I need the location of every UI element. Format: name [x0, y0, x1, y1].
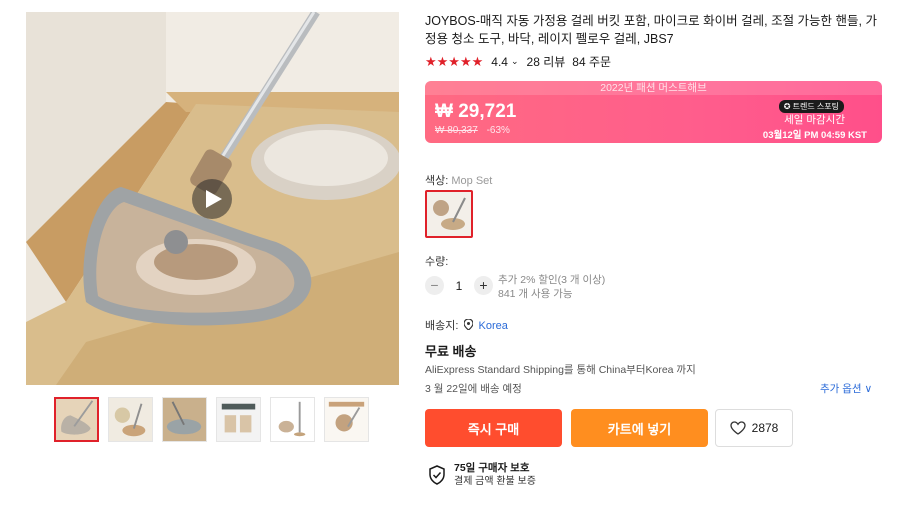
original-price: ₩ 80,337 [435, 125, 478, 136]
thumbnail-2[interactable] [108, 397, 153, 442]
thumbnail-4[interactable] [216, 397, 261, 442]
protection-title: 75일 구매자 보호 [454, 462, 530, 474]
thumbnail-info-card [217, 398, 260, 441]
delivery-estimate: 3 월 22일에 배송 예정 [425, 383, 522, 395]
review-count[interactable]: 28 리뷰 [527, 53, 566, 70]
play-icon [206, 190, 222, 208]
play-video-button[interactable] [192, 179, 232, 219]
color-option-image [427, 192, 471, 236]
buyer-protection: 75일 구매자 보호 결제 금액 환불 보증 [428, 461, 536, 489]
quantity-minus-button[interactable]: − [425, 276, 444, 295]
thumbnail-mop-floor-photo [163, 398, 206, 441]
quantity-plus-button[interactable]: + [474, 276, 493, 295]
thumbnail-5[interactable] [270, 397, 315, 442]
bulk-discount-note: 추가 2% 할인(3 개 이상) [498, 274, 606, 286]
stock-available: 841 개 사용 가능 [498, 288, 573, 300]
product-title: JOYBOS-매직 자동 가정용 걸레 버킷 포함, 마이크로 화이버 걸레, … [425, 14, 877, 46]
color-value: Mop Set [451, 175, 493, 187]
rating-row: ★★★★★ 4.4 ⌄ 28 리뷰 84 주문 [425, 53, 611, 70]
color-label: 색상: [425, 175, 449, 187]
discount-badge: -63% [486, 125, 510, 136]
wishlist-button[interactable]: 2878 [715, 409, 793, 447]
buy-now-button[interactable]: 즉시 구매 [425, 409, 562, 447]
wishlist-count: 2878 [751, 421, 779, 435]
thumbnail-mop-upright [271, 398, 314, 441]
add-to-cart-button[interactable]: 카트에 넣기 [571, 409, 708, 447]
sale-end-label: 세일 마감시간 [784, 114, 845, 126]
thumbnail-mop-photo [56, 399, 97, 440]
heart-icon [729, 421, 746, 435]
shipping-method: AliExpress Standard Shipping를 통해 China부터… [425, 364, 696, 376]
thumbnail-1[interactable] [54, 397, 99, 442]
quantity-value[interactable]: 1 [444, 279, 474, 293]
rating-value[interactable]: 4.4 [491, 55, 508, 69]
thumbnail-6[interactable] [324, 397, 369, 442]
ship-to-label: 배송지: [425, 320, 459, 332]
shield-check-icon [429, 465, 445, 485]
banner-top-label: 2022년 패션 머스트해브 [425, 81, 882, 95]
thumbnail-strip [54, 397, 369, 442]
thumbnail-3[interactable] [162, 397, 207, 442]
rating-stars: ★★★★★ [425, 53, 484, 69]
sale-end-time: 03월12일 PM 04:59 KST [762, 130, 867, 141]
color-option-mop-set[interactable] [425, 190, 473, 238]
location-pin-icon [463, 318, 475, 333]
quantity-notes: 추가 2% 할인(3 개 이상) 841 개 사용 가능 [498, 273, 605, 301]
protection-text: 75일 구매자 보호 결제 금액 환불 보증 [454, 461, 536, 489]
chevron-down-icon[interactable]: ⌄ [511, 56, 519, 67]
thumbnail-mop-bucket-photo [109, 398, 152, 441]
current-price: ₩ 29,721 [435, 101, 517, 122]
thumbnail-product-set [325, 398, 368, 441]
quantity-label: 수량: [425, 256, 449, 268]
protection-subtitle: 결제 금액 환불 보증 [454, 476, 536, 487]
free-shipping-label: 무료 배송 [425, 344, 477, 359]
order-count: 84 주문 [572, 55, 612, 69]
price-old-row: ₩ 80,337 -63% [435, 125, 510, 136]
main-product-image[interactable] [26, 12, 399, 385]
price-banner: 2022년 패션 머스트해브 ₩ 29,721 ₩ 80,337 -63% ✪ … [425, 81, 882, 143]
ship-to-country[interactable]: Korea [479, 320, 508, 332]
more-shipping-options-link[interactable]: 추가 옵션 ∨ [820, 381, 872, 396]
quantity-stepper: − 1 + [425, 276, 493, 295]
ship-to-row: 배송지: Korea [425, 317, 508, 333]
color-row: 색상: Mop Set [425, 172, 492, 188]
